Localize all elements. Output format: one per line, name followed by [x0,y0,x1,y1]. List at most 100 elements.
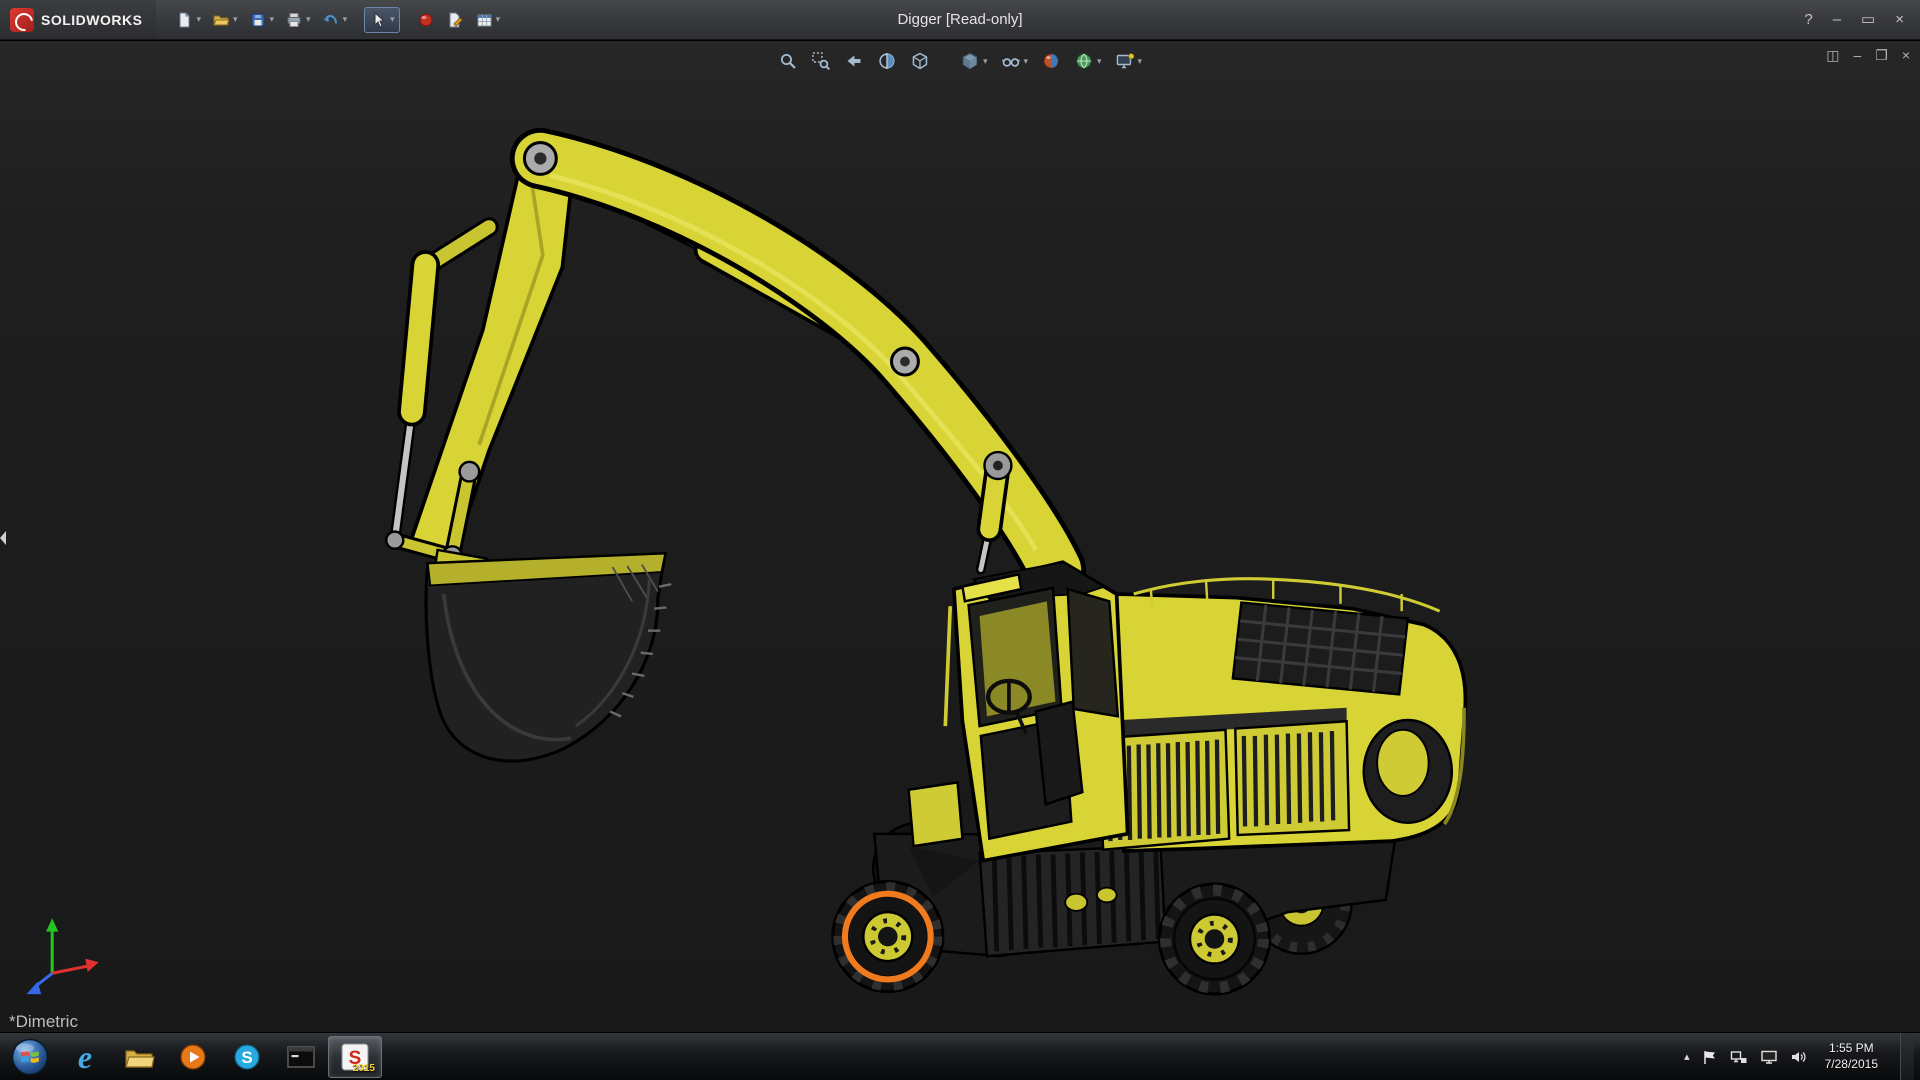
display-style-button[interactable]: ▾ [957,49,991,73]
section-view-button[interactable] [874,49,900,73]
new-document-icon [179,12,190,27]
svg-text:S: S [241,1048,252,1067]
cab[interactable] [943,560,1130,863]
window-title: Digger [Read-only] [897,11,1023,28]
view-settings-icon [1116,53,1134,69]
dropdown-arrow-icon[interactable]: ▾ [270,15,275,24]
dropdown-arrow-icon[interactable]: ▾ [390,15,395,24]
dropdown-arrow-icon[interactable]: ▾ [1097,56,1102,66]
design-table-button[interactable]: ▾ [470,7,506,33]
edit-appearance-button[interactable] [1038,49,1064,73]
taskbar-solidworks[interactable]: S 2015 [328,1035,382,1078]
dropdown-arrow-icon[interactable]: ▾ [1138,56,1143,66]
stick-arm[interactable] [408,134,577,562]
rebuild-icon [419,13,433,26]
dropdown-arrow-icon[interactable]: ▾ [233,15,238,24]
previous-view-button[interactable] [841,49,867,73]
view-orientation-label: *Dimetric [9,1012,78,1031]
save-button[interactable]: ▾ [244,7,280,33]
select-cursor-icon [374,11,386,28]
dropdown-arrow-icon[interactable]: ▾ [496,15,501,24]
view-cube-icon [912,52,928,70]
taskbar-skype[interactable]: S [220,1036,274,1078]
doc-minimize-button[interactable]: – [1853,47,1861,64]
select-tool-button[interactable]: ▾ [364,6,400,33]
zoom-to-fit-button[interactable] [775,49,801,73]
show-desktop-button[interactable] [1900,1032,1914,1080]
internet-explorer-icon: e [77,1038,93,1075]
orientation-triad [26,918,99,995]
wheel-rear-left[interactable] [1157,882,1272,996]
hide-show-items-button[interactable]: ▾ [997,49,1031,73]
start-button[interactable] [10,1037,50,1077]
close-button[interactable]: × [1895,12,1904,27]
undo-button[interactable]: ▾ [317,7,353,33]
glasses-icon [1001,58,1020,67]
solidworks-logo-icon [10,7,34,32]
media-player-icon [180,1043,206,1070]
taskbar: e S S 2015 ▴ 1:55 PM 7/28/2015 [0,1032,1920,1080]
titlebar: SOLIDWORKS ▾ ▾ ▾ ▾ ▾ ▾ ▾ Digger [Read-on… [0,0,1920,40]
save-icon [251,13,265,26]
file-properties-button[interactable] [441,7,469,33]
dropdown-arrow-icon[interactable]: ▾ [1023,56,1028,66]
doc-restore-button[interactable]: ❐ [1875,47,1888,64]
boom-arm[interactable] [509,127,1087,601]
solidworks-brand: SOLIDWORKS [0,0,157,39]
table-icon [477,14,492,26]
taskbar-clock[interactable]: 1:55 PM 7/28/2015 [1825,1041,1878,1072]
volume-icon[interactable] [1790,1049,1807,1065]
skype-icon: S [234,1043,260,1070]
dropdown-arrow-icon[interactable]: ▾ [343,15,348,24]
doc-close-button[interactable]: × [1902,47,1910,64]
folder-icon [125,1049,155,1068]
maximize-button[interactable]: ▭ [1861,12,1875,27]
solidworks-version-badge: 2015 [352,1062,375,1074]
tray-expand-button[interactable]: ▴ [1684,1050,1690,1063]
dropdown-arrow-icon[interactable]: ▾ [306,15,311,24]
seat [1034,700,1084,807]
clock-time: 1:55 PM [1828,1040,1874,1055]
scene-globe-icon [1076,53,1092,69]
heads-up-view-toolbar: ▾ ▾ ▾ ▾ [775,49,1145,73]
wheel-front-left-selected[interactable] [831,879,945,994]
document-window-controls: ◫ – ❐ × [1826,47,1910,64]
clock-date: 7/28/2015 [1824,1056,1878,1071]
command-prompt-icon [287,1045,315,1068]
apply-scene-button[interactable]: ▾ [1071,49,1105,73]
view-orientation-button[interactable] [907,49,933,73]
zoom-to-fit-icon [780,54,796,69]
network-icon[interactable] [1730,1049,1748,1065]
taskbar-command-prompt[interactable] [274,1036,328,1078]
brand-label: SOLIDWORKS [41,11,143,28]
dropdown-arrow-icon[interactable]: ▾ [983,56,988,66]
undo-icon [323,14,337,24]
minimize-button[interactable]: – [1833,12,1841,27]
previous-view-icon [847,55,861,67]
new-document-button[interactable]: ▾ [170,7,206,33]
window-controls: ? – ▭ × [1804,12,1920,27]
action-center-flag-icon[interactable] [1702,1049,1718,1065]
open-document-button[interactable]: ▾ [207,7,243,33]
windows-orb-icon [11,1038,49,1075]
view-settings-button[interactable]: ▾ [1112,49,1146,73]
graphics-viewport[interactable]: ▾ ▾ ▾ ▾ ◫ – ❐ × *Dimetric [0,41,1920,1032]
model-canvas[interactable] [0,41,1920,1032]
page-pencil-icon [449,12,463,27]
main-toolbar: ▾ ▾ ▾ ▾ ▾ ▾ ▾ [156,6,506,33]
bucket[interactable] [424,548,672,763]
dropdown-arrow-icon[interactable]: ▾ [196,15,201,24]
doc-tile-button[interactable]: ◫ [1826,47,1839,64]
zoom-to-area-icon [812,52,831,71]
print-button[interactable]: ▾ [280,7,316,33]
taskbar-internet-explorer[interactable]: e [58,1036,112,1078]
help-button[interactable]: ? [1804,12,1812,27]
print-icon [287,12,301,27]
taskbar-media-player[interactable] [166,1036,220,1078]
taskbar-windows-explorer[interactable] [112,1036,166,1078]
display-icon[interactable] [1760,1049,1778,1065]
zoom-to-area-button[interactable] [808,49,834,73]
rebuild-button[interactable] [412,7,440,33]
system-tray: ▴ 1:55 PM 7/28/2015 [1684,1032,1920,1080]
desktop: SOLIDWORKS ▾ ▾ ▾ ▾ ▾ ▾ ▾ Digger [Read-on… [0,0,1920,1080]
